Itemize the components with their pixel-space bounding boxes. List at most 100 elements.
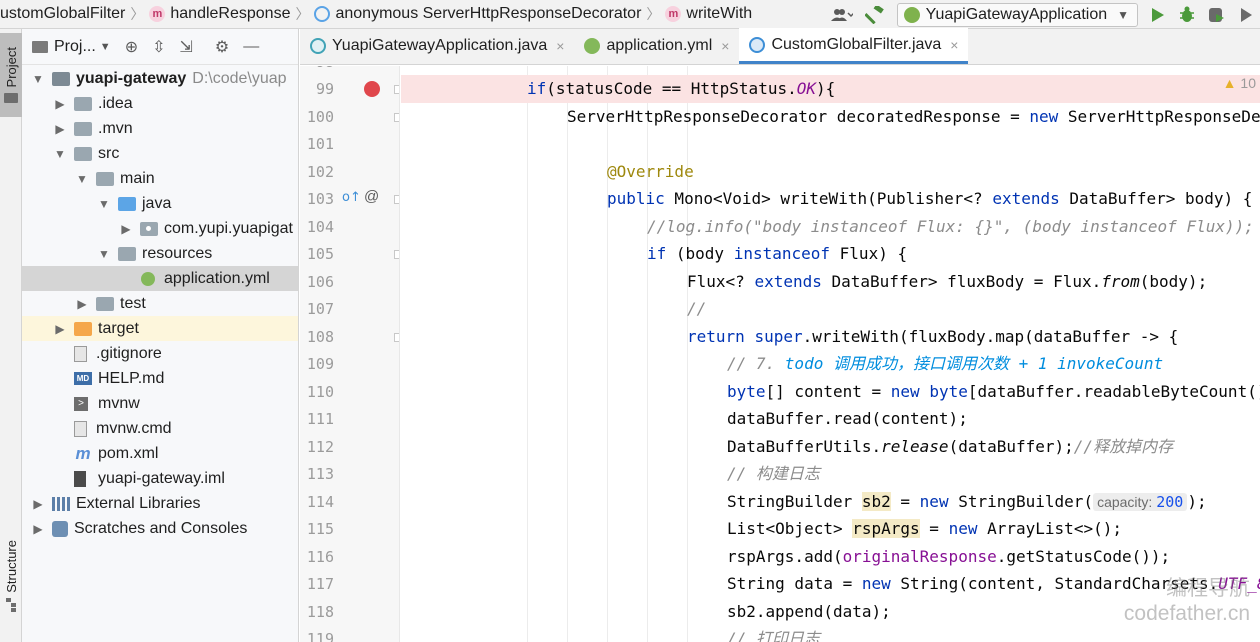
- tree-row-pom-xml[interactable]: m pom.xml: [22, 441, 298, 466]
- run-with-coverage-icon[interactable]: [1208, 3, 1226, 27]
- code-editor[interactable]: if(statusCode == HttpStatus.OK){ ServerH…: [401, 66, 1260, 642]
- fold-marker-icon[interactable]: [394, 332, 399, 342]
- expand-all-icon[interactable]: ⇳: [152, 37, 165, 57]
- tree-row-application-yml[interactable]: application.yml: [22, 266, 298, 291]
- debug-icon[interactable]: [1178, 3, 1196, 27]
- warning-icon: ▲: [1222, 75, 1237, 91]
- chevron-right-icon[interactable]: ▶: [120, 222, 132, 236]
- gutter-line: 104: [300, 213, 399, 241]
- tree-row-test[interactable]: ▶ test: [22, 291, 298, 316]
- chevron-right-icon[interactable]: ▶: [76, 297, 88, 311]
- override-method-icon[interactable]: o↑: [342, 190, 361, 205]
- code-token: //log.info("body instanceof Flux: {}", (…: [647, 216, 1254, 236]
- code-token: DataBuffer> body) {: [1059, 189, 1253, 208]
- module-file-icon: [74, 470, 86, 487]
- tree-row-help-md[interactable]: MD HELP.md: [22, 366, 298, 391]
- chevron-down-icon[interactable]: ▼: [54, 147, 66, 161]
- tree-row-mvnw[interactable]: > mvnw: [22, 391, 298, 416]
- breadcrumb-item-handle-response[interactable]: m handleResponse 〉: [149, 0, 314, 28]
- chevron-down-icon[interactable]: ▼: [100, 41, 111, 53]
- line-number: 107: [306, 300, 334, 318]
- select-opened-file-icon[interactable]: ⊕: [125, 37, 138, 57]
- close-icon[interactable]: ×: [950, 37, 958, 53]
- run-icon[interactable]: [1150, 3, 1166, 27]
- breakpoint-icon[interactable]: [364, 81, 380, 97]
- gutter-line: 106: [300, 268, 399, 296]
- tab-label: YuapiGatewayApplication.java: [332, 37, 548, 54]
- warning-count: 10: [1240, 75, 1256, 91]
- chevron-right-icon[interactable]: ▶: [32, 497, 44, 511]
- chevron-down-icon[interactable]: ▼: [32, 72, 44, 86]
- tree-row-gitignore[interactable]: .gitignore: [22, 341, 298, 366]
- fold-marker-icon[interactable]: [394, 112, 399, 122]
- tree-row-project-root[interactable]: ▼ yuapi-gateway D:\code\yuap: [22, 66, 298, 91]
- tree-row-idea[interactable]: ▶ .idea: [22, 91, 298, 116]
- tree-row-mvnw-cmd[interactable]: mvnw.cmd: [22, 416, 298, 441]
- breadcrumb-item-write-with[interactable]: m writeWith: [665, 0, 752, 28]
- tab-yuapi-gateway-application[interactable]: YuapiGatewayApplication.java ×: [300, 28, 574, 64]
- tree-row-iml[interactable]: yuapi-gateway.iml: [22, 466, 298, 491]
- fold-marker-icon[interactable]: [394, 85, 399, 94]
- code-line-106: Flux<? extends DataBuffer> fluxBody = Fl…: [687, 268, 1260, 296]
- tree-row-external-libraries[interactable]: ▶ External Libraries: [22, 491, 298, 516]
- gear-icon[interactable]: ⚙: [215, 37, 229, 57]
- tree-label: Scratches and Consoles: [74, 519, 248, 537]
- tab-label: application.yml: [606, 37, 713, 54]
- shell-script-icon: >: [74, 396, 88, 411]
- user-icon[interactable]: [830, 3, 853, 27]
- close-icon[interactable]: ×: [721, 38, 729, 54]
- hammer-build-icon[interactable]: [864, 3, 885, 27]
- chevron-down-icon[interactable]: ▼: [98, 247, 110, 261]
- inspection-widget[interactable]: ▲ 10: [1219, 72, 1260, 94]
- chevron-right-icon[interactable]: ▶: [54, 97, 66, 111]
- project-view-selector[interactable]: Proj...: [54, 38, 96, 56]
- run-configuration-select[interactable]: YuapiGatewayApplication ▼: [896, 2, 1138, 27]
- code-line-103: public Mono<Void> writeWith(Publisher<? …: [607, 185, 1260, 213]
- chevron-right-icon[interactable]: ▶: [54, 322, 66, 336]
- line-number: 109: [306, 355, 334, 373]
- breadcrumb-label: handleResponse: [170, 5, 291, 22]
- code-token: super: [754, 326, 803, 346]
- breadcrumb-item-anonymous-class[interactable]: anonymous ServerHttpResponseDecorator 〉: [314, 0, 665, 28]
- structure-tool-tab[interactable]: Structure: [0, 521, 22, 631]
- code-token: //: [687, 299, 707, 318]
- structure-tab-label: Structure: [3, 539, 19, 593]
- line-number: 104: [306, 217, 334, 236]
- line-number: 101: [306, 135, 334, 153]
- code-line-104: //log.info("body instanceof Flux: {}", (…: [647, 213, 1260, 241]
- project-tool-tab[interactable]: Project: [0, 33, 22, 117]
- watermark-line: codefather.cn: [1123, 602, 1250, 625]
- editor-gutter[interactable]: 98 99 100 101 102 103 o↑@ 104 105 106 107…: [300, 66, 400, 642]
- tree-row-mvn[interactable]: ▶ .mvn: [22, 116, 298, 141]
- java-class-icon: [310, 38, 326, 54]
- fold-marker-icon[interactable]: [394, 195, 399, 204]
- chevron-down-icon[interactable]: ▼: [76, 172, 88, 186]
- tab-custom-global-filter[interactable]: CustomGlobalFilter.java ×: [739, 28, 969, 64]
- tree-row-resources[interactable]: ▼ resources: [22, 241, 298, 266]
- chevron-down-icon[interactable]: ▼: [98, 197, 110, 211]
- chevron-right-icon[interactable]: ▶: [32, 522, 44, 536]
- tree-row-src[interactable]: ▼ src: [22, 141, 298, 166]
- tree-row-java[interactable]: ▼ java: [22, 191, 298, 216]
- code-line-108: return super.writeWith(fluxBody.map(data…: [687, 323, 1260, 351]
- tree-row-package[interactable]: ▶ com.yupi.yuapigat: [22, 216, 298, 241]
- spring-yml-icon: [140, 271, 158, 286]
- code-line-110: byte[] content = new byte[dataBuffer.rea…: [727, 378, 1260, 406]
- fold-marker-icon[interactable]: [394, 250, 399, 259]
- tree-row-target[interactable]: ▶ target: [22, 316, 298, 341]
- code-token: sb2.append(data);: [727, 601, 891, 621]
- profiler-icon[interactable]: [1238, 3, 1254, 27]
- tree-label: HELP.md: [98, 369, 165, 387]
- tree-label: main: [120, 169, 155, 187]
- module-folder-icon: [52, 71, 70, 86]
- close-icon[interactable]: ×: [556, 38, 564, 54]
- tree-row-scratches[interactable]: ▶ Scratches and Consoles: [22, 516, 298, 541]
- breadcrumb-item-class-partial[interactable]: ustomGlobalFilter 〉: [0, 0, 149, 28]
- hide-icon[interactable]: —: [243, 38, 259, 56]
- code-token: dataBuffer.read(content);: [727, 409, 968, 428]
- collapse-all-icon[interactable]: ⇲: [180, 37, 193, 57]
- chevron-right-icon[interactable]: ▶: [54, 122, 66, 136]
- tab-application-yml[interactable]: application.yml ×: [574, 28, 739, 64]
- tree-label: target: [98, 319, 139, 337]
- tree-row-main[interactable]: ▼ main: [22, 166, 298, 191]
